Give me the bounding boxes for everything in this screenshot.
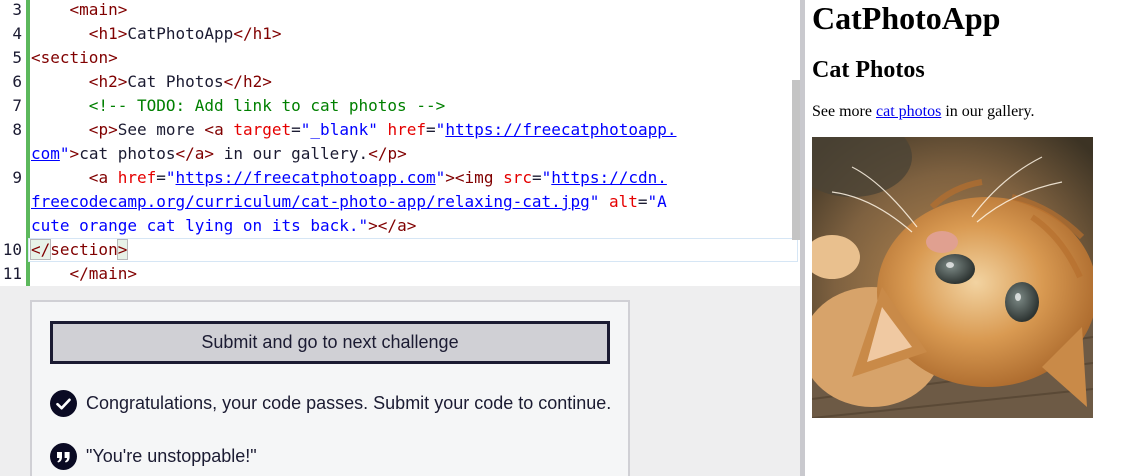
code-line[interactable]: <section> xyxy=(31,46,118,70)
code-line[interactable]: <p>See more <a target="_blank" href="htt… xyxy=(31,118,677,142)
line-number: 11 xyxy=(2,264,22,283)
editor-scrollbar[interactable] xyxy=(792,80,800,240)
line-number: 5 xyxy=(12,48,22,67)
quote-icon xyxy=(50,443,77,470)
line-number: 3 xyxy=(12,0,22,19)
preview-heading-2: Cat Photos xyxy=(812,57,925,83)
line-number: 8 xyxy=(12,120,22,139)
line-number: 10 xyxy=(2,240,22,259)
line-number: 9 xyxy=(12,168,22,187)
check-circle-icon xyxy=(50,390,77,417)
quote-text: "You're unstoppable!" xyxy=(86,446,257,466)
code-line[interactable]: <h2>Cat Photos</h2> xyxy=(31,70,272,94)
cat-image-link[interactable] xyxy=(812,137,1093,418)
line-number: 4 xyxy=(12,24,22,43)
motivational-quote: "You're unstoppable!" xyxy=(50,443,257,470)
submit-button[interactable]: Submit and go to next challenge xyxy=(50,321,610,364)
code-line[interactable]: <main> xyxy=(31,0,128,22)
code-line[interactable]: <a href="https://freecatphotoapp.com"><i… xyxy=(31,166,667,190)
line-number-gutter: 3 4 5 6 7 8 9 10 11 xyxy=(0,0,24,286)
success-text: Congratulations, your code passes. Submi… xyxy=(86,393,612,413)
cat-photo xyxy=(812,137,1093,418)
cat-photos-link[interactable]: cat photos xyxy=(876,103,941,120)
code-editor[interactable]: 3 4 5 6 7 8 9 10 11 <main> <h1>CatPhotoA… xyxy=(0,0,800,286)
test-results-box: Submit and go to next challenge Congratu… xyxy=(30,300,630,476)
preview-heading-1: CatPhotoApp xyxy=(812,0,1001,36)
line-number: 7 xyxy=(12,96,22,115)
success-message: Congratulations, your code passes. Submi… xyxy=(50,390,611,417)
code-line-wrap[interactable]: com">cat photos</a> in our gallery.</p> xyxy=(31,142,407,166)
code-line[interactable]: <h1>CatPhotoApp</h1> xyxy=(31,22,282,46)
preview-pane: CatPhotoApp Cat Photos See more cat phot… xyxy=(805,0,1133,476)
code-line-wrap[interactable]: freecodecamp.org/curriculum/cat-photo-ap… xyxy=(31,190,667,214)
code-line[interactable]: </main> xyxy=(31,262,137,286)
line-number: 6 xyxy=(12,72,22,91)
code-line-wrap[interactable]: cute orange cat lying on its back."></a> xyxy=(31,214,416,238)
preview-paragraph: See more cat photos in our gallery. xyxy=(812,103,1035,120)
instructions-panel: Submit and go to next challenge Congratu… xyxy=(0,286,800,476)
active-line-highlight xyxy=(28,238,798,262)
code-line[interactable]: <!-- TODO: Add link to cat photos --> xyxy=(31,94,445,118)
code-line-active[interactable]: </section> xyxy=(29,238,129,262)
